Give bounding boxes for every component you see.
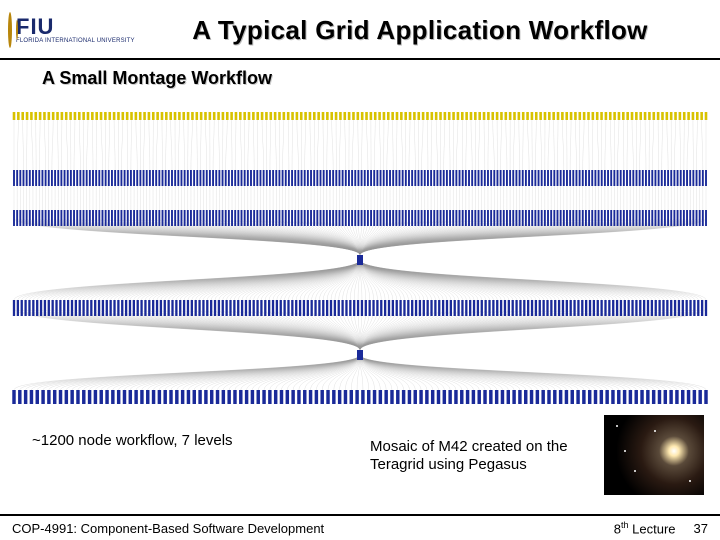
subtitle: A Small Montage Workflow xyxy=(0,60,720,95)
star-icon xyxy=(654,430,656,432)
caption-mosaic: Mosaic of M42 created on the Teragrid us… xyxy=(370,438,580,475)
header: FIU FLORIDA INTERNATIONAL UNIVERSITY A T… xyxy=(0,0,720,60)
caption-nodes: ~1200 node workflow, 7 levels xyxy=(32,432,233,449)
star-icon xyxy=(689,480,691,482)
logo: FIU FLORIDA INTERNATIONAL UNIVERSITY xyxy=(8,12,128,48)
star-icon xyxy=(624,450,626,452)
footer-lecture-suffix: Lecture xyxy=(629,521,676,536)
page-number: 37 xyxy=(694,521,708,536)
logo-text: FIU FLORIDA INTERNATIONAL UNIVERSITY xyxy=(16,16,135,44)
star-icon xyxy=(634,470,636,472)
workflow-diagram xyxy=(8,100,712,420)
footer-lecture-num: 8 xyxy=(614,521,621,536)
logo-fullname: FLORIDA INTERNATIONAL UNIVERSITY xyxy=(16,38,135,44)
logo-acronym: FIU xyxy=(16,16,135,38)
footer: COP-4991: Component-Based Software Devel… xyxy=(0,514,720,540)
page-title: A Typical Grid Application Workflow xyxy=(128,15,712,46)
mosaic-thumbnail xyxy=(604,415,704,495)
slide: FIU FLORIDA INTERNATIONAL UNIVERSITY A T… xyxy=(0,0,720,540)
logo-seal-icon xyxy=(8,12,12,48)
footer-lecture: 8th Lecture xyxy=(614,520,676,536)
footer-lecture-ord: th xyxy=(621,520,629,530)
footer-course: COP-4991: Component-Based Software Devel… xyxy=(12,521,324,536)
star-icon xyxy=(616,425,618,427)
nebula-icon xyxy=(604,415,704,495)
